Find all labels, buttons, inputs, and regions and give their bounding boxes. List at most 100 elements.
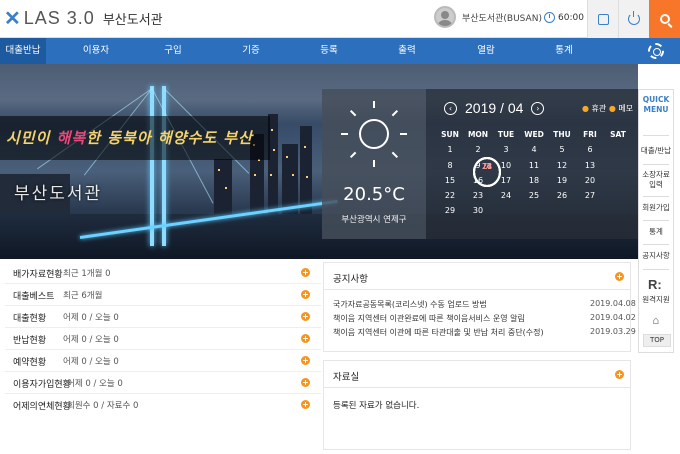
- nav-registration[interactable]: 등록: [304, 38, 354, 64]
- calendar-day[interactable]: 19: [548, 173, 576, 188]
- more-plus-icon[interactable]: +: [301, 356, 310, 365]
- quick-item-signup[interactable]: 회원가입: [639, 203, 673, 213]
- stat-row[interactable]: 예약현황 어제 0 / 오늘 0 +: [5, 350, 321, 372]
- logo-text: LAS 3.0: [23, 7, 95, 28]
- stat-row[interactable]: 배가자료현황 최근 1개월 0 +: [5, 262, 321, 284]
- weekday-label: MON: [467, 130, 489, 139]
- calendar-day[interactable]: 22: [436, 188, 464, 203]
- quick-item-holdings-input[interactable]: 소장자료 입력: [639, 170, 673, 190]
- calendar-day[interactable]: 26: [548, 188, 576, 203]
- calendar-day[interactable]: 1: [436, 142, 464, 157]
- clock-icon: [544, 12, 555, 23]
- remote-support-icon[interactable]: R:: [648, 277, 662, 292]
- nav-donation[interactable]: 기증: [226, 38, 276, 64]
- nav-reading[interactable]: 열람: [461, 38, 511, 64]
- stat-row[interactable]: 대출베스트 최근 6개월 +: [5, 284, 321, 306]
- calendar-day[interactable]: 28: [473, 157, 501, 187]
- week-row: 28 29 30: [436, 157, 632, 218]
- las-logo[interactable]: ✕ LAS 3.0 부산도서관: [4, 6, 163, 30]
- week-row: 14 15 16 17 18 19 20: [436, 157, 632, 188]
- city-building: [282, 144, 298, 214]
- week-row: 21 22 23 24 25 26 27: [436, 157, 632, 203]
- sun-ray: [349, 109, 357, 117]
- screen-button[interactable]: [587, 0, 618, 38]
- calendar-day[interactable]: 6: [576, 142, 604, 157]
- stat-row[interactable]: 대출현황 어제 0 / 오늘 0 +: [5, 306, 321, 328]
- stat-row[interactable]: 반납현황 어제 0 / 오늘 0 +: [5, 328, 321, 350]
- divider: [643, 135, 669, 136]
- stat-row[interactable]: 어제의연체현황 회원수 0 / 자료수 0 +: [5, 394, 321, 416]
- prev-month-icon[interactable]: ‹: [444, 101, 457, 115]
- calendar-day[interactable]: 30: [464, 203, 492, 218]
- sun-ray: [341, 133, 348, 135]
- legend-memo: 메모: [618, 104, 634, 113]
- notice-panel: 공지사항 + 국가자료공동목록(코리스넷) 수동 업로드 방법 2019.04.…: [323, 262, 636, 352]
- calendar-day[interactable]: 29: [436, 203, 464, 218]
- calendar-day[interactable]: 23: [464, 188, 492, 203]
- calendar-day[interactable]: 13: [576, 158, 604, 173]
- settings-gear-icon[interactable]: [648, 43, 664, 59]
- more-plus-icon[interactable]: +: [615, 370, 624, 379]
- calendar-header: ‹ 2019 / 04 ›: [444, 100, 545, 116]
- logout-button[interactable]: [618, 0, 649, 38]
- calendar-day[interactable]: 18: [520, 173, 548, 188]
- next-month-icon[interactable]: ›: [531, 101, 545, 115]
- notice-date: 2019.04.08: [590, 299, 636, 308]
- calendar-day[interactable]: 15: [436, 173, 464, 188]
- calendar-day[interactable]: 5: [548, 142, 576, 157]
- calendar-day[interactable]: 4: [520, 142, 548, 157]
- stat-value: 어제 0 / 오늘 0: [63, 313, 119, 323]
- more-plus-icon[interactable]: +: [301, 268, 310, 277]
- calendar-day: [492, 203, 520, 218]
- weekday-row: SUN MON TUE WED THU FRI SAT: [436, 127, 632, 142]
- stat-row[interactable]: 이용자가입현황 어제 0 / 오늘 0 +: [5, 372, 321, 394]
- stat-value: 어제 0 / 오늘 0: [67, 379, 123, 389]
- more-plus-icon[interactable]: +: [301, 334, 310, 343]
- more-plus-icon[interactable]: +: [301, 378, 310, 387]
- nav-print[interactable]: 출력: [382, 38, 432, 64]
- calendar-day[interactable]: 24: [492, 188, 520, 203]
- sun-ray: [349, 151, 357, 159]
- nav-checkout-return[interactable]: 대출반납: [0, 38, 46, 64]
- more-plus-icon[interactable]: +: [301, 400, 310, 409]
- calendar-grid: SUN MON TUE WED THU FRI SAT 1 2 3 4 5 6 7 8 9 10 1…: [436, 127, 632, 219]
- calendar-day[interactable]: 11: [520, 158, 548, 173]
- notice-item[interactable]: 책이음 지역센터 이관에 따른 타관대출 및 반납 처리 중단(수정): [333, 327, 544, 338]
- calendar-day[interactable]: 20: [576, 173, 604, 188]
- nav-users[interactable]: 이용자: [70, 38, 122, 64]
- more-plus-icon[interactable]: +: [301, 290, 310, 299]
- timer-value: 60:00: [558, 12, 584, 23]
- stat-label: 대출현황: [13, 314, 47, 324]
- nav-statistics[interactable]: 통계: [539, 38, 589, 64]
- notice-item[interactable]: 국가자료공동목록(코리스넷) 수동 업로드 방법: [333, 299, 487, 310]
- weekday-label: SAT: [610, 130, 626, 139]
- status-panel: 배가자료현황 최근 1개월 0 + 대출베스트 최근 6개월 + 대출현황 어제…: [5, 262, 321, 422]
- calendar-day[interactable]: 25: [520, 188, 548, 203]
- quick-item-checkout[interactable]: 대출/반납: [639, 146, 673, 156]
- hero-library-name: 부산도서관: [14, 184, 103, 204]
- monitor-icon: [597, 13, 609, 25]
- search-button[interactable]: [649, 0, 680, 38]
- sun-ray: [373, 101, 375, 108]
- calendar-day[interactable]: 2: [464, 142, 492, 157]
- calendar-day[interactable]: 27: [576, 188, 604, 203]
- quick-item-notice[interactable]: 공지사항: [639, 251, 673, 261]
- calendar-day[interactable]: 3: [492, 142, 520, 157]
- weekday-label: FRI: [583, 130, 597, 139]
- scroll-top-button[interactable]: TOP: [643, 334, 671, 347]
- divider: [324, 387, 630, 388]
- empty-message: 등록된 자료가 없습니다.: [333, 401, 420, 411]
- calendar-day[interactable]: 12: [548, 158, 576, 173]
- nav-purchase[interactable]: 구입: [148, 38, 198, 64]
- sun-ray: [400, 133, 407, 135]
- user-profile[interactable]: 부산도서관(BUSAN): [434, 6, 542, 28]
- quick-item-remote-support[interactable]: 원격지원: [639, 295, 673, 305]
- more-plus-icon[interactable]: +: [615, 272, 624, 281]
- sun-ray: [391, 109, 399, 117]
- notice-item[interactable]: 책이음 지역센터 이관완료에 따른 책이음서비스 운영 알림: [333, 313, 525, 324]
- more-plus-icon[interactable]: +: [301, 312, 310, 321]
- home-icon[interactable]: ⌂: [639, 315, 673, 326]
- calendar-day[interactable]: 8: [436, 158, 464, 173]
- quick-item-statistics[interactable]: 통계: [639, 227, 673, 237]
- avatar: [434, 6, 456, 28]
